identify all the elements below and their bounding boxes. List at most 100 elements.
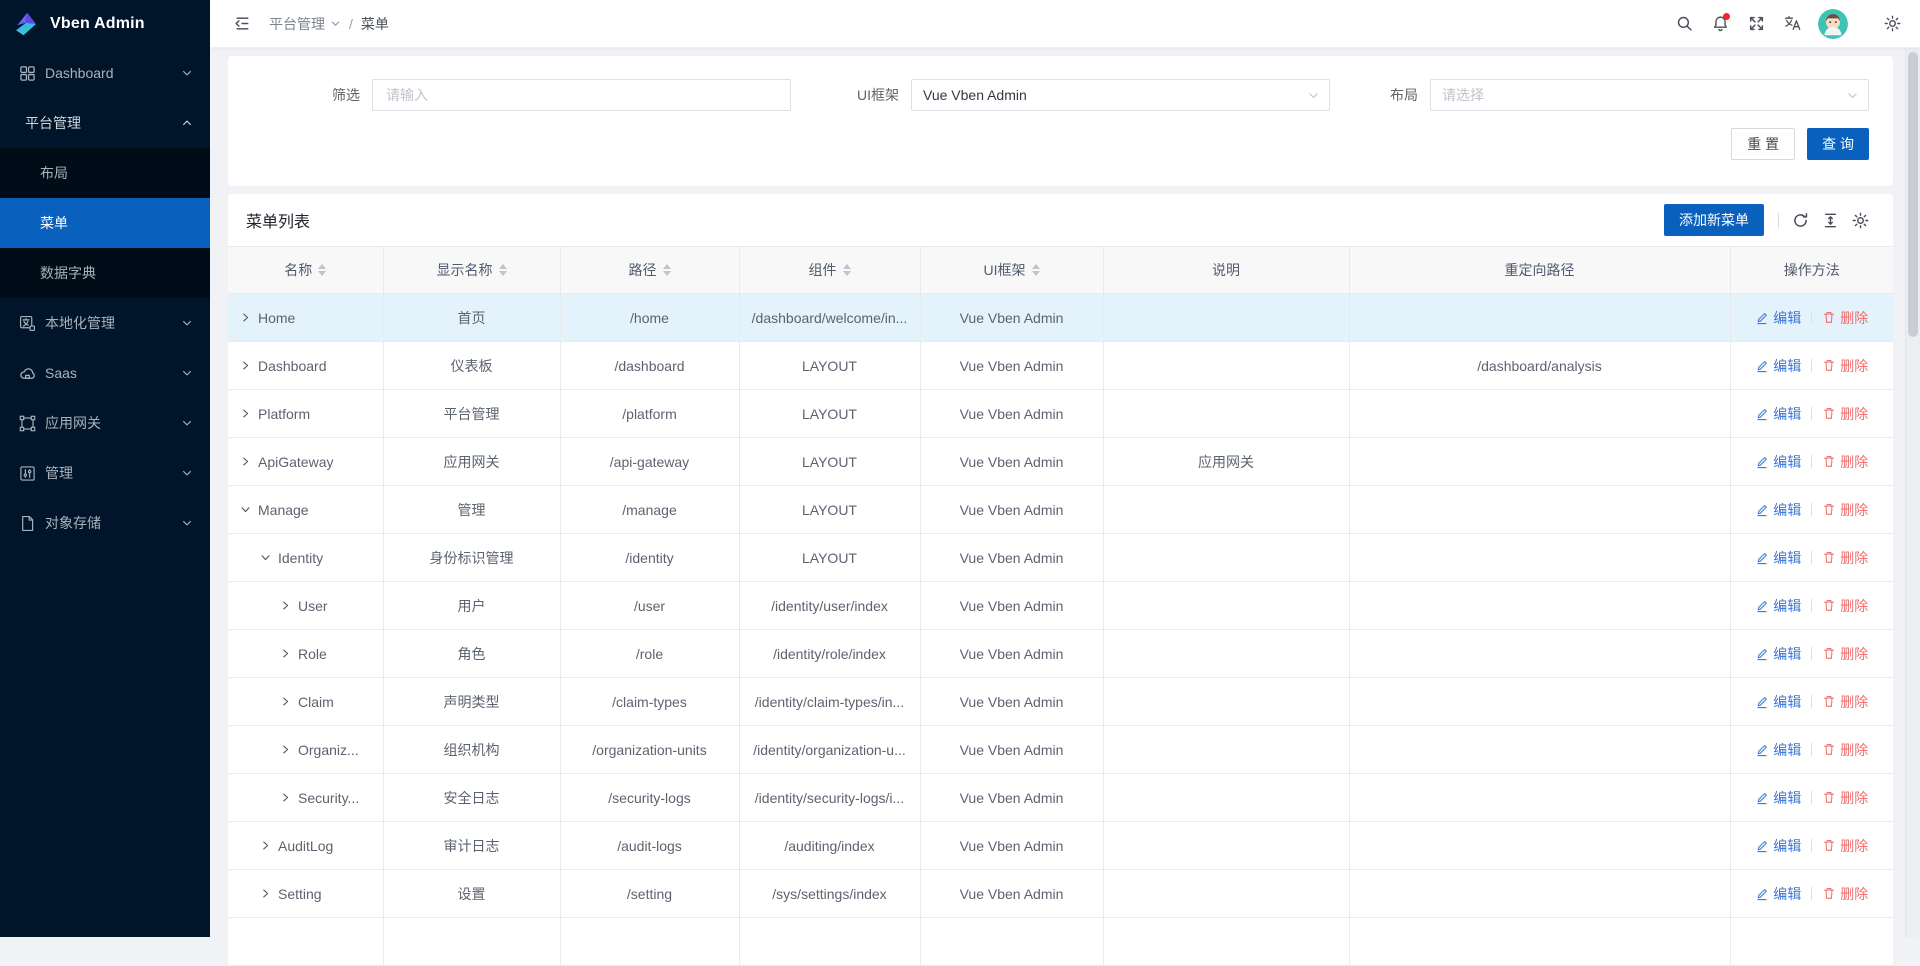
edit-button[interactable]: 编辑 bbox=[1755, 548, 1801, 568]
logo-link[interactable]: Vben Admin bbox=[0, 0, 210, 48]
edit-button[interactable]: 编辑 bbox=[1755, 356, 1801, 376]
expand-row-icon[interactable] bbox=[260, 888, 271, 899]
delete-button[interactable]: 删除 bbox=[1822, 548, 1868, 568]
table-row[interactable]: User用户/user/identity/user/indexVue Vben … bbox=[228, 582, 1893, 630]
edit-button[interactable]: 编辑 bbox=[1755, 692, 1801, 712]
table-row[interactable]: Manage管理/manageLAYOUTVue Vben Admin编辑删除 bbox=[228, 486, 1893, 534]
delete-button[interactable]: 删除 bbox=[1822, 596, 1868, 616]
collapse-row-icon[interactable] bbox=[260, 552, 271, 563]
table-row[interactable]: Claim声明类型/claim-types/identity/claim-typ… bbox=[228, 678, 1893, 726]
table-row[interactable]: Role角色/role/identity/role/indexVue Vben … bbox=[228, 630, 1893, 678]
expand-row-icon[interactable] bbox=[240, 408, 251, 419]
collapse-row-icon[interactable] bbox=[240, 504, 251, 515]
settings-button[interactable] bbox=[1874, 6, 1910, 42]
filter-keyword-input[interactable] bbox=[384, 86, 779, 104]
breadcrumb-item-platform[interactable]: 平台管理 bbox=[269, 14, 341, 34]
table-row[interactable]: Dashboard仪表板/dashboardLAYOUTVue Vben Adm… bbox=[228, 342, 1893, 390]
table-row[interactable]: Platform平台管理/platformLAYOUTVue Vben Admi… bbox=[228, 390, 1893, 438]
expand-row-icon[interactable] bbox=[280, 600, 291, 611]
sidebar-item-localization[interactable]: 本地化管理 bbox=[0, 298, 210, 348]
table-row[interactable]: ApiGateway应用网关/api-gatewayLAYOUTVue Vben… bbox=[228, 438, 1893, 486]
sidebar-item-menu[interactable]: 菜单 bbox=[0, 198, 210, 248]
trash-icon bbox=[1822, 358, 1836, 373]
sidebar-item-storage[interactable]: 对象存储 bbox=[0, 498, 210, 548]
expand-row-icon[interactable] bbox=[240, 360, 251, 371]
edit-button[interactable]: 编辑 bbox=[1755, 452, 1801, 472]
expand-row-icon[interactable] bbox=[240, 456, 251, 467]
sidebar-item-dashboard[interactable]: Dashboard bbox=[0, 48, 210, 98]
edit-button[interactable]: 编辑 bbox=[1755, 596, 1801, 616]
column-header[interactable]: 名称 bbox=[228, 247, 383, 294]
table-row[interactable]: AuditLog审计日志/audit-logs/auditing/indexVu… bbox=[228, 822, 1893, 870]
expand-row-icon[interactable] bbox=[260, 840, 271, 851]
cell-path: /organization-units bbox=[560, 726, 739, 774]
column-header[interactable]: 组件 bbox=[739, 247, 920, 294]
language-switch-button[interactable] bbox=[1774, 6, 1810, 42]
cell-ui-framework: Vue Vben Admin bbox=[920, 774, 1103, 822]
reset-button[interactable]: 重 置 bbox=[1731, 128, 1795, 160]
expand-row-icon[interactable] bbox=[280, 648, 291, 659]
expand-row-icon[interactable] bbox=[280, 792, 291, 803]
expand-row-icon[interactable] bbox=[280, 696, 291, 707]
sort-icon[interactable] bbox=[843, 264, 851, 276]
menu-name: Organiz... bbox=[298, 742, 359, 758]
table-row[interactable]: Home首页/home/dashboard/welcome/in...Vue V… bbox=[228, 294, 1893, 342]
delete-button[interactable]: 删除 bbox=[1822, 788, 1868, 808]
search-button[interactable] bbox=[1666, 6, 1702, 42]
edit-button[interactable]: 编辑 bbox=[1755, 644, 1801, 664]
sidebar-collapse-button[interactable] bbox=[227, 9, 257, 39]
sort-icon[interactable] bbox=[499, 264, 507, 276]
edit-button[interactable]: 编辑 bbox=[1755, 884, 1801, 904]
sidebar-item-gateway[interactable]: 应用网关 bbox=[0, 398, 210, 448]
delete-button[interactable]: 删除 bbox=[1822, 740, 1868, 760]
layout-select[interactable]: 请选择 bbox=[1430, 79, 1869, 111]
delete-button[interactable]: 删除 bbox=[1822, 452, 1868, 472]
table-row[interactable]: Identity身份标识管理/identityLAYOUTVue Vben Ad… bbox=[228, 534, 1893, 582]
sort-icon[interactable] bbox=[1032, 264, 1040, 276]
vertical-scrollbar[interactable] bbox=[1905, 48, 1920, 937]
delete-button[interactable]: 删除 bbox=[1822, 836, 1868, 856]
edit-button[interactable]: 编辑 bbox=[1755, 404, 1801, 424]
fullscreen-button[interactable] bbox=[1738, 6, 1774, 42]
delete-button[interactable]: 删除 bbox=[1822, 884, 1868, 904]
column-header[interactable]: UI框架 bbox=[920, 247, 1103, 294]
sidebar-item-manage[interactable]: 管理 bbox=[0, 448, 210, 498]
row-height-button[interactable] bbox=[1815, 205, 1845, 235]
table-row[interactable]: Organiz...组织机构/organization-units/identi… bbox=[228, 726, 1893, 774]
expand-row-icon[interactable] bbox=[240, 312, 251, 323]
ui-framework-select[interactable]: Vue Vben Admin bbox=[911, 79, 1330, 111]
refresh-button[interactable] bbox=[1785, 205, 1815, 235]
sidebar-item-layout[interactable]: 布局 bbox=[0, 148, 210, 198]
scrollbar-thumb[interactable] bbox=[1908, 52, 1918, 337]
edit-button[interactable]: 编辑 bbox=[1755, 836, 1801, 856]
sort-icon[interactable] bbox=[663, 264, 671, 276]
table-settings-button[interactable] bbox=[1845, 205, 1875, 235]
edit-button[interactable]: 编辑 bbox=[1755, 788, 1801, 808]
delete-button[interactable]: 删除 bbox=[1822, 500, 1868, 520]
add-menu-button[interactable]: 添加新菜单 bbox=[1664, 204, 1764, 236]
menu-name: AuditLog bbox=[278, 838, 333, 854]
delete-button[interactable]: 删除 bbox=[1822, 308, 1868, 328]
edit-button[interactable]: 编辑 bbox=[1755, 308, 1801, 328]
column-header[interactable]: 路径 bbox=[560, 247, 739, 294]
table-row[interactable]: Setting设置/setting/sys/settings/indexVue … bbox=[228, 870, 1893, 918]
expand-row-icon[interactable] bbox=[280, 744, 291, 755]
table-row[interactable]: Security...安全日志/security-logs/identity/s… bbox=[228, 774, 1893, 822]
delete-button[interactable]: 删除 bbox=[1822, 356, 1868, 376]
sidebar-item-platform[interactable]: 平台管理 bbox=[0, 98, 210, 148]
user-avatar[interactable] bbox=[1818, 9, 1848, 39]
toolbar-divider bbox=[1778, 213, 1779, 228]
cell-path: /platform bbox=[560, 390, 739, 438]
sort-icon[interactable] bbox=[318, 264, 326, 276]
delete-button[interactable]: 删除 bbox=[1822, 404, 1868, 424]
edit-button[interactable]: 编辑 bbox=[1755, 500, 1801, 520]
notification-button[interactable] bbox=[1702, 6, 1738, 42]
sidebar-item-saas[interactable]: Saas bbox=[0, 348, 210, 398]
delete-button[interactable]: 删除 bbox=[1822, 692, 1868, 712]
column-header[interactable]: 显示名称 bbox=[383, 247, 560, 294]
search-submit-button[interactable]: 查 询 bbox=[1807, 128, 1869, 160]
edit-button[interactable]: 编辑 bbox=[1755, 740, 1801, 760]
sidebar-item-dictionary[interactable]: 数据字典 bbox=[0, 248, 210, 298]
empty-cell bbox=[1349, 918, 1730, 966]
delete-button[interactable]: 删除 bbox=[1822, 644, 1868, 664]
